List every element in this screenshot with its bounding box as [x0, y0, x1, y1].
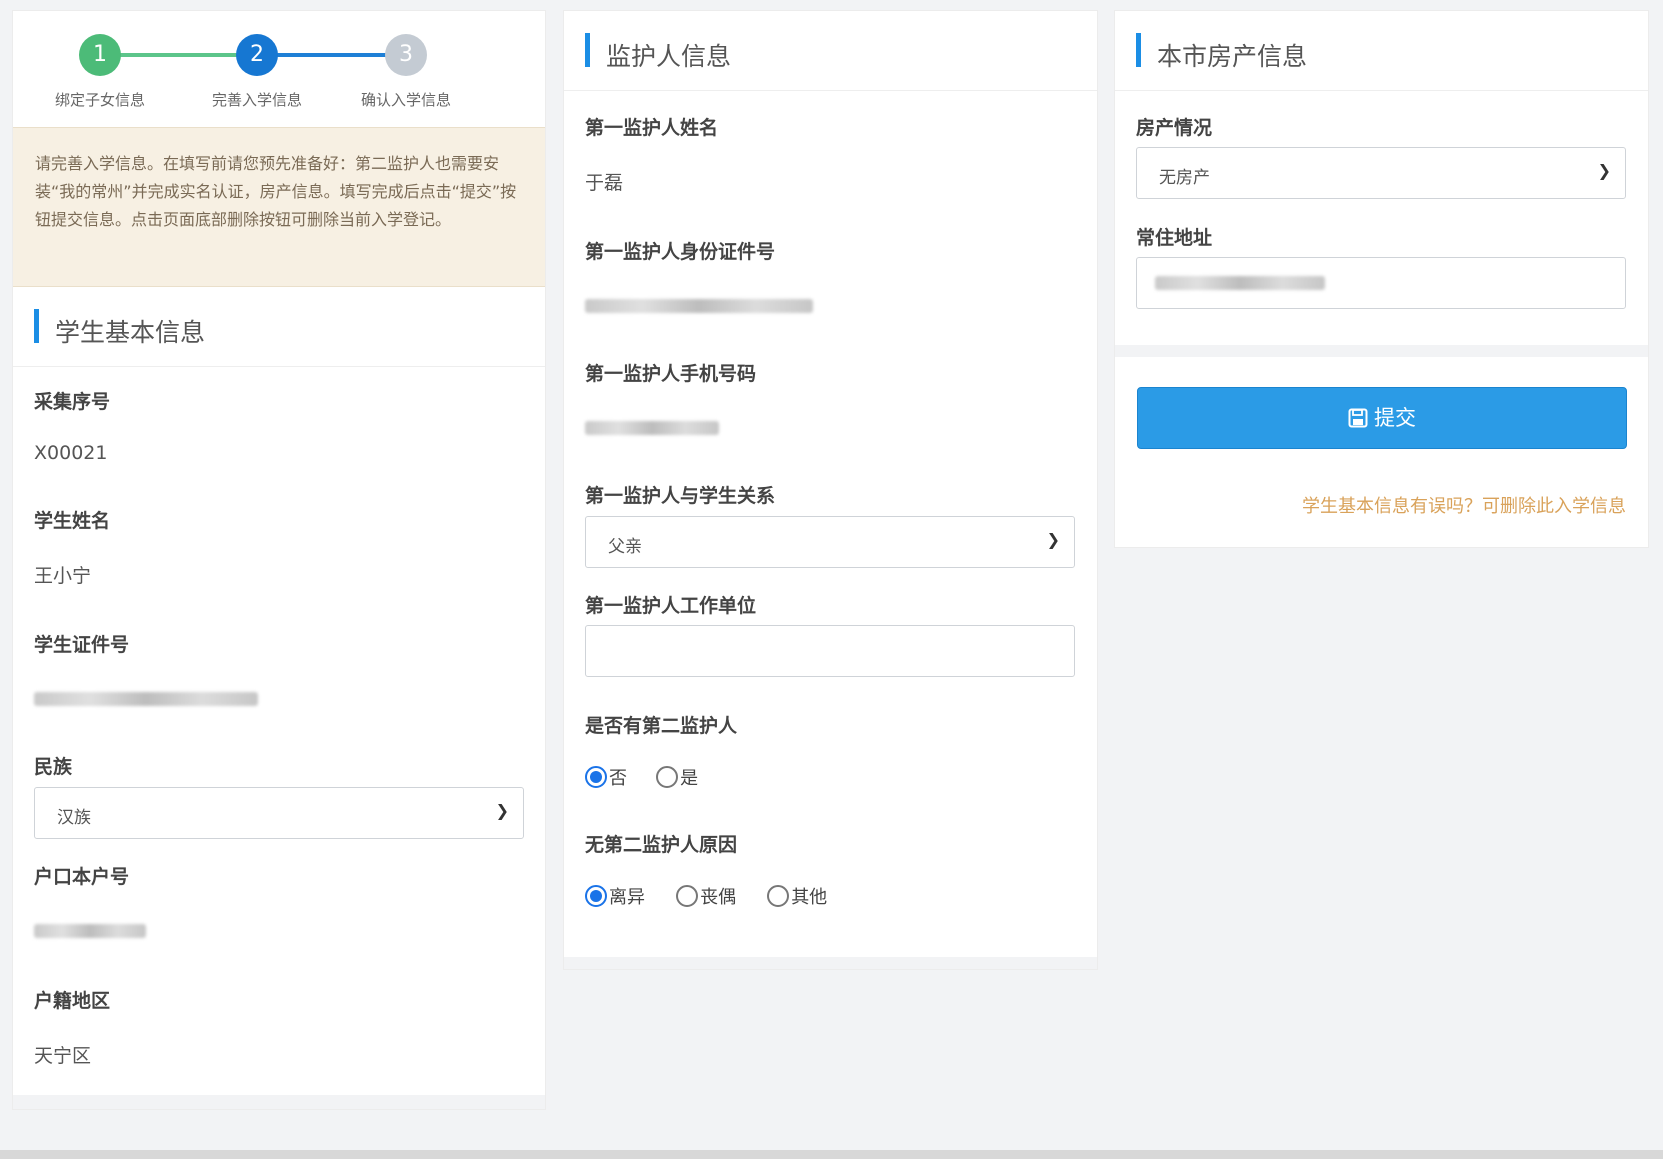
guardian-id-value-wrap [585, 298, 1097, 317]
guardian-name-value: 于磊 [585, 172, 624, 194]
submit-label: 提交 [1374, 406, 1416, 430]
step-3-indicator: 3 [385, 34, 427, 76]
address-input[interactable] [1136, 257, 1626, 309]
radio-unselected[interactable] [676, 885, 699, 907]
chevron-down-icon: ❯ [495, 801, 509, 820]
ethnicity-selected-value: 汉族 [57, 808, 91, 828]
student-id-label: 学生证件号 [34, 634, 130, 656]
no-second-reason-field: 无第二监护人原因 离异 丧偶 其他 [564, 830, 1097, 909]
panel-separator [1115, 345, 1648, 357]
second-guardian-option-no[interactable]: 否 [585, 766, 632, 789]
ethnicity-label: 民族 [34, 756, 73, 778]
section-accent-bar [585, 33, 590, 67]
ethnicity-field: 民族 汉族 ❯ [13, 752, 545, 862]
address-masked-value [1155, 276, 1325, 290]
delete-enrollment-link[interactable]: 学生基本信息有误吗？可删除此入学信息 [1302, 492, 1626, 518]
second-guardian-options: 否 是 [585, 764, 1097, 790]
no-second-reason-options: 离异 丧偶 其他 [585, 883, 1097, 909]
guardian-relation-selected-value: 父亲 [608, 537, 642, 557]
step-1-indicator: 1 [79, 34, 121, 76]
student-panel: 1 2 3 绑定子女信息 完善入学信息 确认入学信息 请完善入学信息。在填写前请… [12, 10, 546, 1110]
reason-option-widowed[interactable]: 丧偶 [676, 885, 741, 908]
radio-selected[interactable] [585, 766, 607, 788]
mid-panel-footer [564, 957, 1097, 969]
collect-no-label: 采集序号 [34, 391, 111, 413]
page-bottom-bar [0, 1150, 1663, 1159]
property-status-field: 房产情况 无房产 ❯ [1115, 113, 1648, 223]
address-field: 常住地址 [1115, 223, 1648, 333]
property-status-selected-value: 无房产 [1159, 168, 1210, 188]
reason-option-divorced[interactable]: 离异 [585, 885, 650, 908]
step-1-label: 绑定子女信息 [54, 91, 145, 109]
guardian-relation-field: 第一监护人与学生关系 父亲 ❯ [564, 481, 1097, 591]
hukou-area-value: 天宁区 [34, 1045, 92, 1067]
left-panel-footer [13, 1095, 545, 1109]
guardian-work-field: 第一监护人工作单位 [564, 591, 1097, 711]
floppy-disk-icon [1348, 408, 1368, 428]
student-id-field: 学生证件号 [13, 630, 545, 710]
reason-option-other[interactable]: 其他 [767, 885, 827, 908]
guardian-work-input[interactable] [585, 625, 1075, 677]
guardian-id-field: 第一监护人身份证件号 [564, 237, 1097, 317]
guardian-id-label: 第一监护人身份证件号 [585, 241, 776, 263]
guardian-id-masked-value [585, 299, 813, 313]
step-connector-2 [256, 53, 406, 57]
collect-no-field: 采集序号 X00021 [13, 387, 545, 464]
no-second-reason-label: 无第二监护人原因 [585, 834, 738, 856]
guardian-phone-label: 第一监护人手机号码 [585, 363, 757, 385]
chevron-down-icon: ❯ [1597, 161, 1611, 180]
chevron-down-icon: ❯ [1046, 530, 1060, 549]
collect-no-value: X00021 [34, 442, 108, 464]
hukou-no-label: 户口本户号 [34, 866, 130, 888]
student-name-label: 学生姓名 [34, 510, 111, 532]
guardian-name-field: 第一监护人姓名 于磊 [564, 113, 1097, 195]
section-accent-bar [1136, 33, 1141, 67]
hukou-no-value-wrap [34, 923, 545, 942]
property-status-label: 房产情况 [1136, 117, 1213, 139]
radio-selected[interactable] [585, 885, 607, 907]
address-label: 常住地址 [1136, 227, 1213, 249]
student-id-value-wrap [34, 691, 545, 710]
student-section-title: 学生基本信息 [55, 318, 206, 347]
student-name-value: 王小宁 [34, 565, 92, 587]
radio-unselected[interactable] [767, 885, 790, 907]
guardian-relation-label: 第一监护人与学生关系 [585, 485, 776, 507]
guardian-phone-field: 第一监护人手机号码 [564, 359, 1097, 439]
notice-banner: 请完善入学信息。在填写前请您预先准备好：第二监护人也需要安装“我的常州”并完成实… [13, 127, 545, 287]
step-3-label: 确认入学信息 [360, 91, 451, 109]
progress-stepper: 1 2 3 绑定子女信息 完善入学信息 确认入学信息 [13, 11, 545, 127]
guardian-section-header: 监护人信息 [564, 11, 1097, 91]
guardian-work-label: 第一监护人工作单位 [585, 595, 757, 617]
section-accent-bar [34, 309, 39, 343]
step-2-indicator: 2 [236, 34, 278, 76]
property-section-header: 本市房产信息 [1115, 11, 1648, 91]
second-guardian-option-yes[interactable]: 是 [656, 766, 698, 789]
property-section-title: 本市房产信息 [1157, 42, 1308, 71]
hukou-area-field: 户籍地区 天宁区 [13, 986, 545, 1068]
ethnicity-select[interactable]: 汉族 ❯ [34, 787, 524, 839]
hukou-no-masked-value [34, 924, 146, 938]
hukou-area-label: 户籍地区 [34, 990, 111, 1012]
guardian-section-title: 监护人信息 [606, 42, 732, 71]
guardian-relation-select[interactable]: 父亲 ❯ [585, 516, 1075, 568]
second-guardian-field: 是否有第二监护人 否 是 [564, 711, 1097, 790]
submit-button[interactable]: 提交 [1137, 387, 1627, 449]
second-guardian-label: 是否有第二监护人 [585, 715, 738, 737]
step-2-label: 完善入学信息 [211, 91, 302, 109]
property-panel: 本市房产信息 房产情况 无房产 ❯ 常住地址 提交 学生基本信息有误吗？可删除此… [1114, 10, 1649, 548]
property-status-select[interactable]: 无房产 ❯ [1136, 147, 1626, 199]
student-name-field: 学生姓名 王小宁 [13, 506, 545, 588]
guardian-panel: 监护人信息 第一监护人姓名 于磊 第一监护人身份证件号 第一监护人手机号码 第一… [563, 10, 1098, 970]
guardian-phone-masked-value [585, 421, 719, 435]
student-section-header: 学生基本信息 [13, 287, 545, 367]
guardian-name-label: 第一监护人姓名 [585, 117, 719, 139]
student-id-masked-value [34, 692, 258, 706]
radio-unselected[interactable] [656, 766, 679, 788]
hukou-no-field: 户口本户号 [13, 862, 545, 942]
guardian-phone-value-wrap [585, 420, 1097, 439]
step-connector-1 [101, 53, 256, 57]
